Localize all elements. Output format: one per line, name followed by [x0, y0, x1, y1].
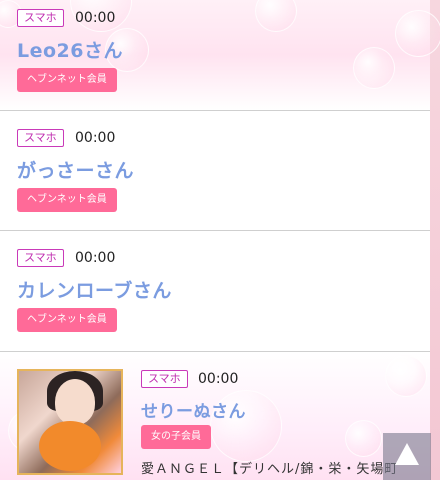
member-badge: 女の子会員 [141, 425, 211, 449]
post-time: 00:00 [75, 10, 116, 26]
user-name-link[interactable]: カレンローブさん [17, 276, 172, 303]
profile-photo[interactable] [17, 369, 123, 475]
shop-name-link[interactable]: 愛ＡＮＧＥＬ【デリヘル/錦・栄・矢場町 [141, 458, 398, 477]
post-time: 00:00 [198, 371, 239, 387]
bubble-decoration [353, 47, 395, 89]
member-badge: ヘブンネット会員 [17, 308, 117, 332]
device-tag: スマホ [141, 370, 188, 388]
post-time: 00:00 [75, 250, 116, 266]
user-name-link[interactable]: Leo26さん [17, 36, 123, 63]
device-tag: スマホ [17, 249, 64, 267]
member-badge: ヘブンネット会員 [17, 68, 117, 92]
user-name-link[interactable]: がっさーさん [17, 156, 134, 183]
bubble-decoration [395, 10, 440, 57]
user-name-link[interactable]: せりーぬさん [141, 397, 246, 422]
arrow-up-icon [395, 443, 419, 465]
side-decoration [430, 0, 440, 480]
bubble-decoration [385, 355, 427, 397]
member-badge: ヘブンネット会員 [17, 188, 117, 212]
scroll-top-button[interactable] [383, 433, 431, 480]
post-time: 00:00 [75, 130, 116, 146]
device-tag: スマホ [17, 129, 64, 147]
bubble-decoration [345, 420, 382, 457]
device-tag: スマホ [17, 9, 64, 27]
